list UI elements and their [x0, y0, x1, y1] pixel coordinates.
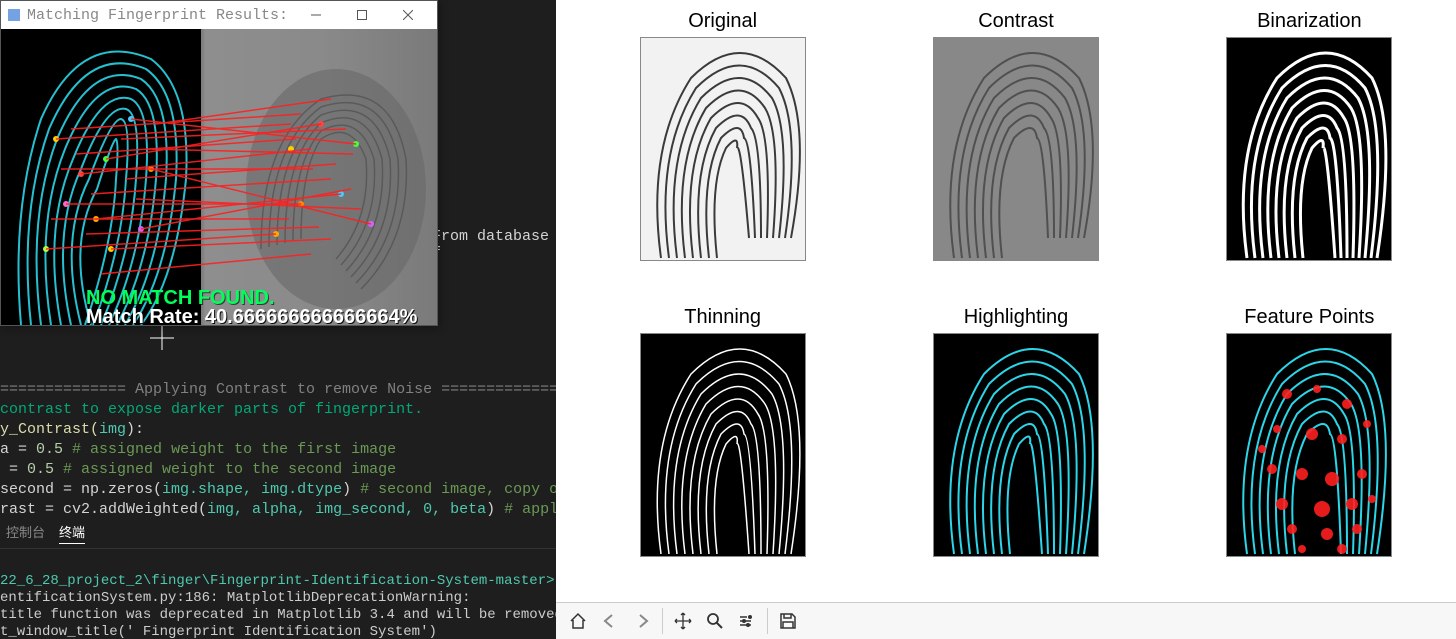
- subplots-icon[interactable]: [731, 605, 763, 637]
- plot-title: Highlighting: [964, 306, 1069, 329]
- plot-cell-highlighting: Highlighting: [909, 306, 1122, 592]
- maximize-icon[interactable]: [339, 1, 385, 29]
- save-icon[interactable]: [772, 605, 804, 637]
- pan-icon[interactable]: [667, 605, 699, 637]
- plot-featurepoints: [1226, 333, 1392, 557]
- plot-binarization: [1226, 37, 1392, 261]
- editor-pane: e: From database f Matching Fingerprint …: [0, 0, 556, 639]
- plot-title: Binarization: [1257, 10, 1362, 33]
- tab-terminal[interactable]: 终端: [59, 522, 85, 544]
- plot-highlighting: [933, 333, 1099, 557]
- home-icon[interactable]: [562, 605, 594, 637]
- toolbar-separator: [767, 608, 768, 634]
- query-fingerprint: [1, 29, 201, 325]
- code-editor[interactable]: ============== Applying Contrast to remo…: [0, 360, 556, 540]
- minimize-icon[interactable]: [293, 1, 339, 29]
- crosshair-cursor-icon: [150, 326, 174, 350]
- plot-title: Contrast: [978, 10, 1054, 33]
- close-icon[interactable]: [385, 1, 431, 29]
- forward-icon[interactable]: [626, 605, 658, 637]
- plot-cell-original: Original: [616, 10, 829, 296]
- matplotlib-pane: Original: [556, 0, 1456, 639]
- panel-tabs: 控制台 终端: [0, 518, 556, 549]
- toolbar-separator: [662, 608, 663, 634]
- back-icon[interactable]: [594, 605, 626, 637]
- match-rate: Match Rate: 40.666666666666664%: [86, 306, 417, 325]
- plot-contrast: [933, 37, 1099, 261]
- opencv-titlebar[interactable]: Matching Fingerprint Results:: [1, 1, 437, 29]
- plot-thinning: [640, 333, 806, 557]
- plot-title: Original: [688, 10, 757, 33]
- plot-cell-binarization: Binarization: [1203, 10, 1416, 296]
- tab-console[interactable]: 控制台: [6, 522, 45, 544]
- mpl-toolbar: [556, 602, 1456, 639]
- zoom-icon[interactable]: [699, 605, 731, 637]
- opencv-window: Matching Fingerprint Results:: [0, 0, 438, 326]
- db-fingerprint: [201, 29, 437, 325]
- plot-title: Thinning: [684, 306, 761, 329]
- code-peek-2: From database f: [432, 228, 556, 262]
- plot-cell-contrast: Contrast: [909, 10, 1122, 296]
- plot-original: [640, 37, 806, 261]
- terminal[interactable]: 22_6_28_project_2\finger\Fingerprint-Ide…: [0, 556, 556, 639]
- opencv-image: NO MATCH FOUND. Match Rate: 40.666666666…: [1, 29, 437, 325]
- plot-cell-thinning: Thinning: [616, 306, 829, 592]
- opencv-title: Matching Fingerprint Results:: [27, 7, 288, 24]
- plot-grid: Original: [556, 0, 1456, 602]
- plot-cell-featurepoints: Feature Points: [1203, 306, 1416, 592]
- app-icon: [7, 8, 21, 22]
- plot-title: Feature Points: [1244, 306, 1374, 329]
